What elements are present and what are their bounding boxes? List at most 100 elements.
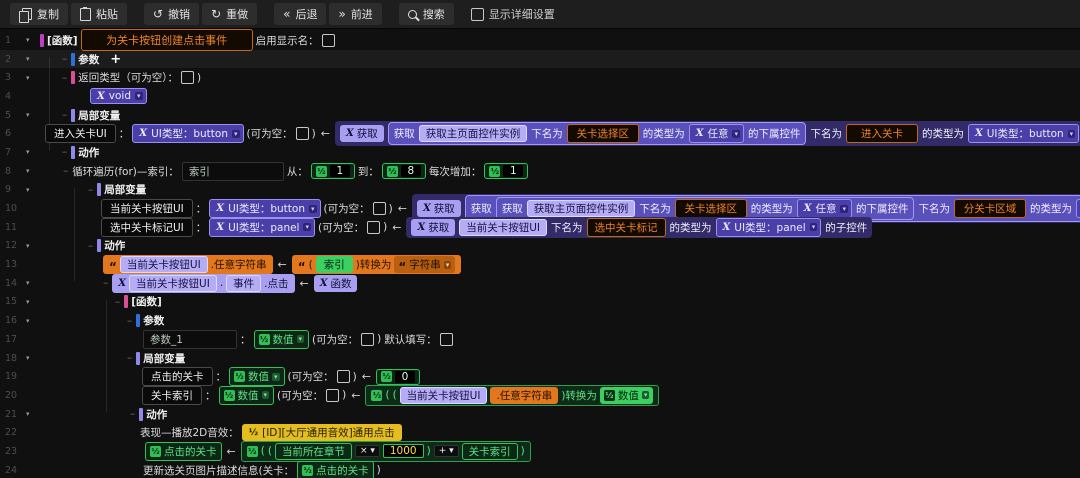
param-name-input[interactable]: 参数_1 <box>143 329 237 349</box>
type-dropdown[interactable]: X任意▾ <box>688 124 744 144</box>
reference-chip[interactable]: 获取主页面控件实例 <box>418 125 528 143</box>
collapse-arrow[interactable]: ▾ <box>26 111 30 119</box>
number-chip[interactable]: ½8 <box>381 163 426 180</box>
loop-to-value[interactable]: 8 <box>400 165 421 178</box>
collapse-arrow[interactable]: ▾ <box>26 167 30 175</box>
string-type-chip[interactable]: “字符串 ▾ <box>394 256 456 274</box>
reference-chip[interactable]: 获取主页面控件实例 <box>526 200 636 218</box>
collapse-arrow[interactable]: ▾ <box>26 354 30 362</box>
event-binding[interactable]: X 当前关卡按钮UI. 事件 .点击 <box>112 273 295 293</box>
reference-chip[interactable]: 事件 <box>226 274 262 292</box>
forward-button[interactable]: » 前进 <box>329 3 382 25</box>
dropdown-caret[interactable]: ▾ <box>231 129 240 138</box>
return-type-dropdown[interactable]: Xvoid ▾ <box>90 88 147 105</box>
index-chip[interactable]: 索引 <box>315 256 353 274</box>
reference-chip[interactable]: 当前关卡按钮UI <box>119 256 208 274</box>
value-box[interactable]: 0 <box>394 370 415 383</box>
redo-button[interactable]: ↻ 重做 <box>202 3 258 25</box>
back-button[interactable]: « 后退 <box>274 3 327 25</box>
dropdown-caret[interactable]: ▾ <box>303 223 311 232</box>
collapse-arrow[interactable]: ▾ <box>26 317 30 325</box>
number-type-solid[interactable]: ½ 数值 ▾ <box>599 386 654 404</box>
number-type-dropdown[interactable]: ½ 数值 ▾ <box>229 367 285 387</box>
number-literal[interactable]: 1000 <box>382 444 424 459</box>
undo-button[interactable]: ↺ 撤销 <box>144 3 200 25</box>
to-number-expression[interactable]: ½((当前关卡按钮UI .任意字符串)转换为 ½ 数值 ▾ <box>365 384 660 406</box>
reference-chip[interactable]: 当前关卡按钮UI <box>459 218 547 236</box>
name-field[interactable]: 关卡选择区 <box>674 199 747 219</box>
loop-step-value[interactable]: 1 <box>503 165 524 178</box>
checkbox[interactable] <box>336 370 350 384</box>
loop-from-value[interactable]: 1 <box>329 165 350 178</box>
copy-button[interactable]: 复制 <box>10 3 68 25</box>
function-chip[interactable]: X 函数 <box>313 274 358 292</box>
name-field[interactable]: 分关卡区域 <box>953 199 1026 219</box>
checkbox[interactable] <box>326 388 340 402</box>
function-name-field[interactable]: 为关卡按钮创建点击事件 <box>80 29 253 52</box>
paste-button[interactable]: 粘贴 <box>71 3 127 25</box>
enable-display-name-checkbox[interactable] <box>321 33 335 47</box>
checkbox[interactable] <box>361 332 375 346</box>
variable-name[interactable]: 关卡索引 <box>142 385 202 405</box>
collapse-arrow[interactable]: ▾ <box>26 186 30 194</box>
expression-container[interactable]: X 获取 当前关卡按钮UI 下名为 选中关卡标记 的类型为 X UI类型：panel ▾ 的子控件 <box>406 216 873 238</box>
dropdown-caret[interactable]: ▾ <box>135 92 143 101</box>
collapse-arrow[interactable]: ▾ <box>26 55 30 63</box>
getter-expression[interactable]: 获取 获取主页面控件实例 下名为 关卡选择区 的类型为 X 任意 ▾ 的下属控件 <box>387 122 807 146</box>
default-fill-checkbox[interactable] <box>439 332 453 346</box>
type-dropdown[interactable]: X UI类型：panel ▾ <box>715 217 822 237</box>
reference-chip[interactable]: 当前关卡按钮UI <box>129 274 217 292</box>
loop-index-input[interactable]: 索引 <box>181 161 284 181</box>
checkbox[interactable] <box>367 220 381 234</box>
number-literal-chip[interactable]: ½0 <box>375 368 420 385</box>
to-string-expression[interactable]: “(索引)转换为 “字符串 ▾ <box>291 255 462 275</box>
collapse-arrow[interactable]: ▾ <box>26 279 30 287</box>
string-chip[interactable]: .任意字符串 <box>490 386 559 404</box>
number-ref[interactable]: 关卡索引 <box>461 442 518 460</box>
dropdown-caret[interactable]: ▾ <box>641 391 650 400</box>
expression-container[interactable]: X 获取 获取 获取主页面控件实例 下名为 关卡选择区 的类型为 X 任意 ▾ 的下属控件 下名为 进入… <box>334 121 1080 147</box>
name-field[interactable]: 关卡选择区 <box>566 124 639 144</box>
type-dropdown[interactable]: X UI类型：button ▾ <box>209 199 321 219</box>
number-chip[interactable]: ½1 <box>484 163 529 180</box>
variable-name[interactable]: 当前关卡按钮UI <box>101 199 193 219</box>
dropdown-caret[interactable]: ▾ <box>443 260 452 269</box>
collapse-arrow[interactable]: ▾ <box>26 148 30 156</box>
dropdown-caret[interactable]: ▾ <box>809 223 818 232</box>
number-chip[interactable]: ½1 <box>310 163 355 180</box>
search-button[interactable]: 搜索 <box>398 3 454 25</box>
sound-asset-chip[interactable]: ½ [ID][大厅通用音效]通用点击 <box>241 424 402 442</box>
type-dropdown[interactable]: X任意▾ <box>1075 199 1080 219</box>
reference-chip[interactable]: 当前关卡按钮UI <box>399 386 488 404</box>
variable-name[interactable]: 选中关卡标记UI <box>101 217 193 237</box>
return-nullable-checkbox[interactable] <box>181 71 194 85</box>
plus-operator-dropdown[interactable]: + ▾ <box>433 445 459 458</box>
variable-name[interactable]: 进入关卡UI <box>45 124 116 144</box>
variable-name[interactable]: 点击的关卡 <box>142 367 213 387</box>
number-type-dropdown[interactable]: ½ 数值 ▾ <box>218 385 275 405</box>
multiply-operator-dropdown[interactable]: × ▾ <box>354 445 380 458</box>
name-field[interactable]: 进入关卡 <box>845 124 918 144</box>
type-dropdown[interactable]: X任意▾ <box>796 199 852 219</box>
function-chip[interactable]: X 获取 <box>416 200 461 218</box>
clicked-level-chip[interactable]: ½ 点击的关卡 <box>145 441 222 461</box>
number-type-dropdown[interactable]: ½ 数值 ▾ <box>253 329 310 349</box>
collapse-arrow[interactable]: ▾ <box>26 298 30 306</box>
dropdown-caret[interactable]: ▾ <box>272 372 280 381</box>
number-ref[interactable]: 当前所在章节 <box>274 442 352 460</box>
collapse-arrow[interactable]: ▾ <box>26 74 30 82</box>
type-dropdown[interactable]: X UI类型：panel ▾ <box>209 217 315 237</box>
math-expression[interactable]: ½((当前所在章节 × ▾ 1000) + ▾ 关卡索引) <box>240 440 531 462</box>
show-detail-checkbox[interactable] <box>470 7 484 21</box>
function-chip[interactable]: X 获取 <box>339 125 384 143</box>
checkbox[interactable] <box>372 202 386 216</box>
type-dropdown[interactable]: X UI类型：button ▾ <box>967 124 1080 144</box>
dropdown-caret[interactable]: ▾ <box>732 129 740 138</box>
collapse-arrow[interactable]: ▾ <box>26 410 30 418</box>
collapse-arrow[interactable]: ▾ <box>26 36 30 44</box>
dropdown-caret[interactable]: ▾ <box>261 391 270 400</box>
set-string-property[interactable]: “当前关卡按钮UI .任意字符串 <box>103 255 273 275</box>
dropdown-caret[interactable]: ▾ <box>840 204 848 213</box>
checkbox[interactable] <box>295 127 309 141</box>
name-field[interactable]: 选中关卡标记 <box>586 217 666 237</box>
